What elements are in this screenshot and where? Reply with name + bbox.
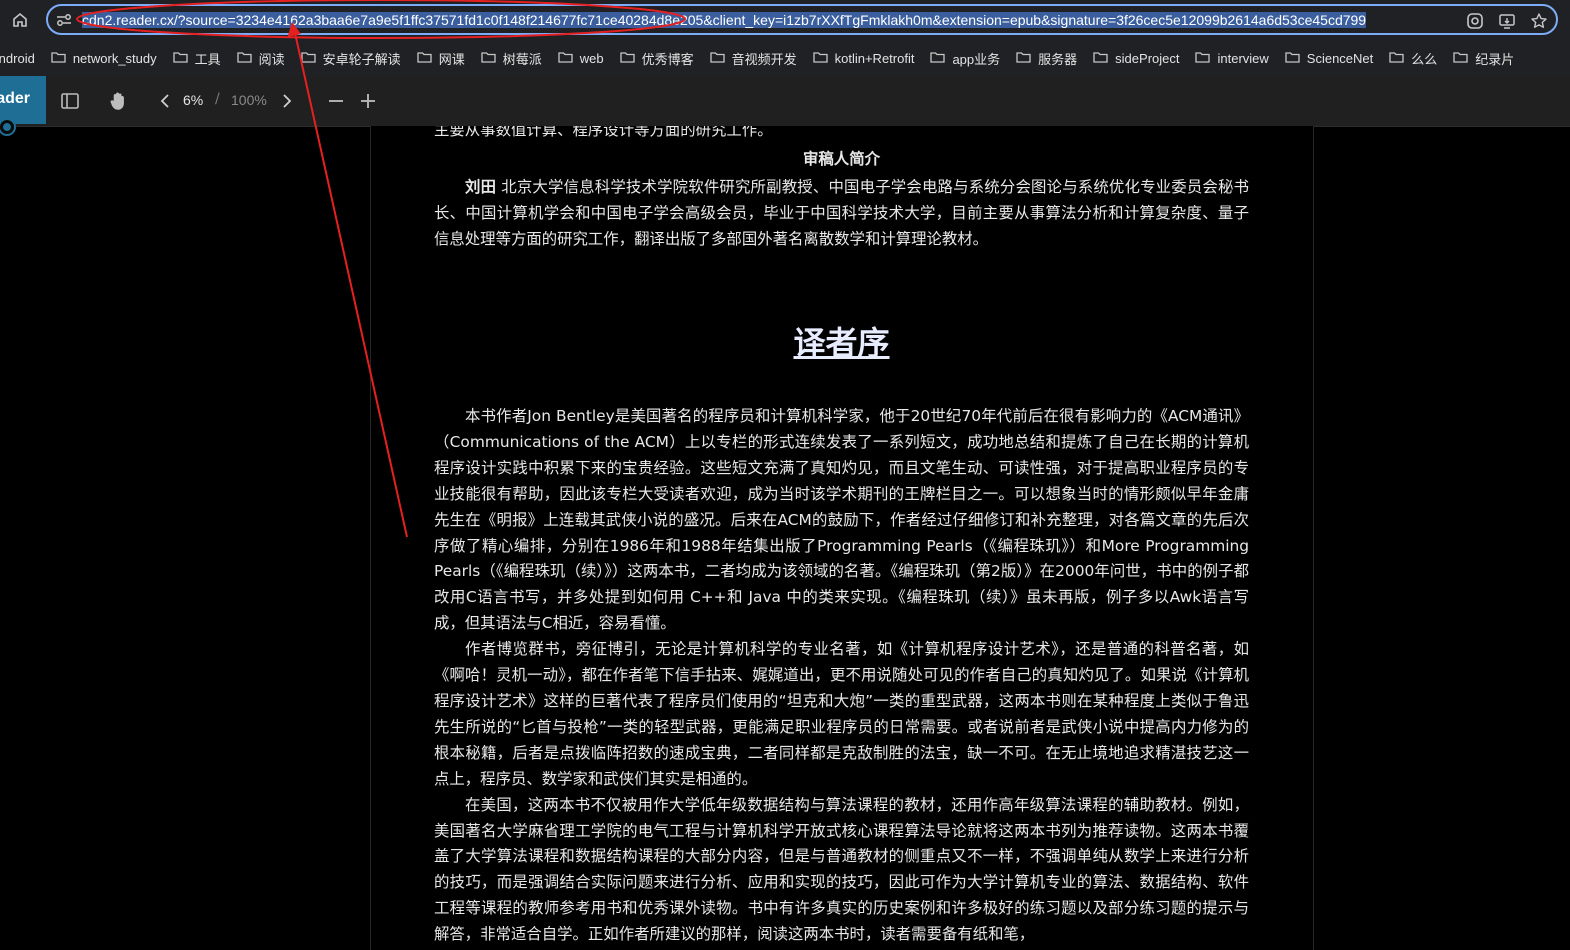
- bookmark-folder[interactable]: 音视频开发: [702, 48, 805, 68]
- folder-icon: [619, 51, 635, 66]
- url-selection: cdn2.reader.cx/?source=3234e4162a3baa6e7…: [82, 12, 1367, 28]
- bookmark-folder[interactable]: network_study: [43, 48, 165, 68]
- folder-icon: [709, 51, 725, 66]
- bookmark-folder[interactable]: 工具: [165, 48, 229, 68]
- bookmark-star-icon[interactable]: [1528, 10, 1550, 32]
- paragraph: 作者博览群书，旁征博引，无论是计算机科学的专业名著，如《计算机程序设计艺术》，还…: [434, 640, 1249, 788]
- section-heading: 审稿人简介: [803, 150, 880, 168]
- browser-toolbar: cdn2.reader.cx/?source=3234e4162a3baa6e7…: [0, 0, 1570, 40]
- bookmark-folder[interactable]: web: [550, 48, 612, 68]
- bookmark-label: 纪录片: [1475, 51, 1515, 67]
- bookmark-label: 么么: [1411, 51, 1438, 67]
- document-page: 主要从事数值计算、程序设计等方面的研究工作。 审稿人简介 刘田 北京大学信息科学…: [370, 126, 1314, 950]
- bookmark-folder[interactable]: sideProject: [1085, 48, 1187, 68]
- bookmark-folder[interactable]: interview: [1187, 48, 1276, 68]
- folder-icon: [812, 51, 828, 66]
- reader-brand-label: Reader: [0, 90, 30, 107]
- bookmark-label: Android: [0, 50, 35, 66]
- folder-icon: [1285, 51, 1300, 66]
- paragraph: 在美国，这两本书不仅被用作大学低年级数据结构与算法课程的教材，还用作高年级算法课…: [434, 795, 1249, 944]
- bookmark-label: app业务: [952, 51, 1001, 67]
- folder-icon: [481, 51, 496, 66]
- bookmark-label: network_study: [72, 50, 157, 66]
- bookmark-label: 优秀博客: [641, 51, 694, 67]
- chapter-body: 本书作者Jon Bentley是美国著名的程序员和计算机科学家，他于20世纪70…: [434, 404, 1249, 948]
- zoom-out-icon[interactable]: [324, 89, 348, 113]
- bookmarks-bar: Android network_study 工具 阅读 安卓轮子解读 网课 树莓…: [0, 40, 1570, 76]
- bookmark-folder[interactable]: 阅读: [229, 48, 293, 68]
- bookmark-label: interview: [1217, 50, 1269, 66]
- bookmark-folder[interactable]: kotlin+Retrofit: [805, 48, 923, 68]
- reviewer-bio: 刘田 北京大学信息科学技术学院软件研究所副教授、中国电子学会电路与系统分会图论与…: [434, 175, 1249, 253]
- folder-icon: [1093, 51, 1108, 66]
- folder-icon: [172, 51, 188, 66]
- bookmark-label: ScienceNet: [1306, 50, 1374, 66]
- folder-icon: [1016, 51, 1031, 66]
- bookmark-folder[interactable]: 安卓轮子解读: [293, 48, 409, 68]
- total-progress: 100%: [231, 92, 267, 108]
- bookmark-android[interactable]: Android: [0, 48, 43, 68]
- bookmark-folder[interactable]: 树莓派: [473, 48, 550, 68]
- reviewer-name: 刘田: [465, 178, 497, 196]
- chapter-title[interactable]: 译者序: [434, 323, 1249, 363]
- bookmark-label: 服务器: [1038, 51, 1078, 67]
- google-lens-icon[interactable]: [1464, 10, 1486, 32]
- progress-separator: /: [215, 91, 220, 107]
- bookmark-label: 网课: [438, 51, 465, 67]
- hand-tool-icon[interactable]: [106, 89, 130, 113]
- folder-icon: [1453, 51, 1468, 66]
- folder-icon: [301, 51, 316, 66]
- url-text[interactable]: cdn2.reader.cx/?source=3234e4162a3baa6e7…: [82, 11, 1456, 29]
- bookmark-label: sideProject: [1115, 50, 1180, 66]
- address-bar[interactable]: cdn2.reader.cx/?source=3234e4162a3baa6e7…: [46, 4, 1558, 35]
- bookmark-folder[interactable]: 纪录片: [1445, 48, 1522, 68]
- folder-icon: [417, 51, 432, 66]
- chevron-right-icon[interactable]: [275, 89, 299, 113]
- folder-icon: [1389, 51, 1404, 66]
- site-info-icon[interactable]: [54, 11, 74, 29]
- bookmark-folder[interactable]: 网课: [409, 48, 473, 68]
- bookmark-folder[interactable]: 优秀博客: [612, 48, 702, 68]
- install-app-icon[interactable]: [1496, 10, 1518, 32]
- reader-toolbar: Reader 6% / 100%: [0, 76, 1570, 127]
- bookmark-label: 工具: [194, 51, 221, 67]
- current-progress[interactable]: 6%: [183, 92, 203, 108]
- folder-icon: [51, 51, 66, 66]
- sidebar-toggle-icon[interactable]: [58, 89, 82, 113]
- bookmark-label: web: [579, 50, 604, 66]
- chevron-left-icon[interactable]: [153, 89, 177, 113]
- previous-text-line: 主要从事数值计算、程序设计等方面的研究工作。: [434, 126, 773, 139]
- folder-icon: [1195, 51, 1211, 66]
- folder-icon: [930, 51, 946, 66]
- folder-icon: [558, 51, 573, 66]
- sidebar-handle[interactable]: [0, 118, 16, 136]
- bookmark-folder[interactable]: 么么: [1381, 48, 1445, 68]
- bookmark-label: 安卓轮子解读: [322, 51, 401, 67]
- omnibox-actions: [1464, 10, 1550, 32]
- bookmarks-row: Android network_study 工具 阅读 安卓轮子解读 网课 树莓…: [0, 48, 1522, 68]
- bookmark-label: 树莓派: [502, 51, 542, 67]
- reviewer-bio-text: 北京大学信息科学技术学院软件研究所副教授、中国电子学会电路与系统分会图论与系统优…: [434, 178, 1249, 248]
- paragraph: 本书作者Jon Bentley是美国著名的程序员和计算机科学家，他于20世纪70…: [434, 407, 1249, 633]
- bookmark-folder[interactable]: app业务: [922, 48, 1008, 68]
- bookmark-folder[interactable]: 服务器: [1008, 48, 1085, 68]
- zoom-in-icon[interactable]: [356, 89, 380, 113]
- folder-icon: [237, 51, 252, 66]
- bookmark-folder[interactable]: ScienceNet: [1277, 48, 1381, 68]
- reader-logo[interactable]: Reader: [0, 76, 46, 124]
- bookmark-label: 音视频开发: [731, 51, 797, 67]
- bookmark-label: kotlin+Retrofit: [834, 50, 915, 66]
- bookmark-label: 阅读: [258, 51, 285, 67]
- home-icon[interactable]: [8, 8, 32, 32]
